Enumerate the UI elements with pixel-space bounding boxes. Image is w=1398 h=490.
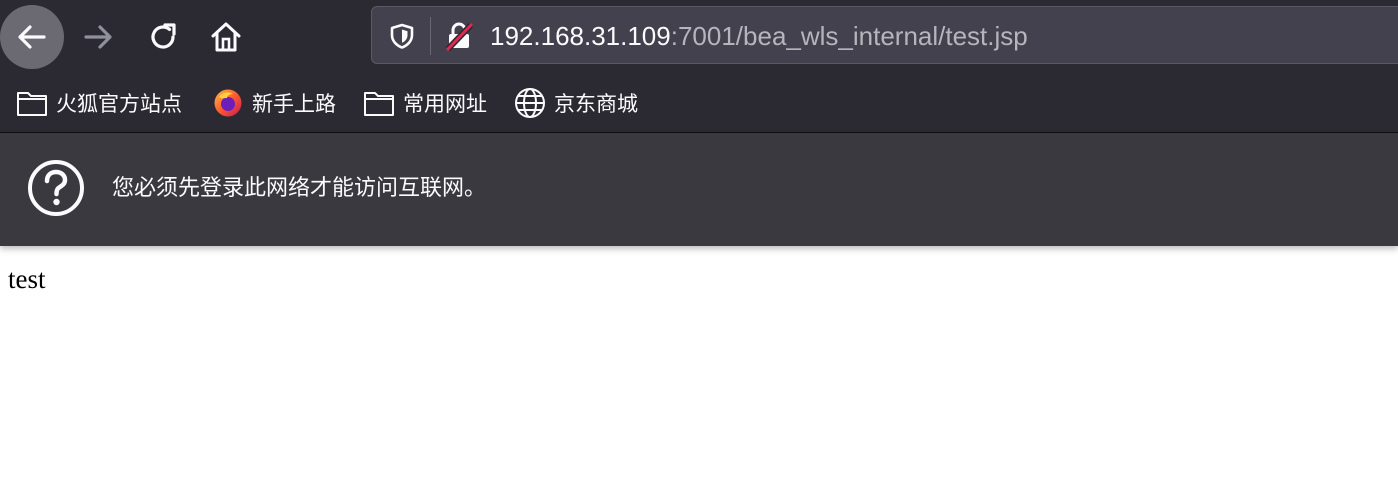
- bookmark-label: 常用网址: [403, 92, 487, 116]
- bookmark-label: 火狐官方站点: [56, 92, 182, 116]
- browser-toolbar: 192.168.31.109:7001/bea_wls_internal/tes…: [0, 0, 1398, 74]
- home-button[interactable]: [194, 5, 258, 69]
- url-bar-separator: [430, 17, 431, 55]
- url-bar[interactable]: 192.168.31.109:7001/bea_wls_internal/tes…: [371, 6, 1398, 64]
- url-text[interactable]: 192.168.31.109:7001/bea_wls_internal/tes…: [490, 21, 1028, 51]
- forward-button[interactable]: [66, 5, 130, 69]
- back-button[interactable]: [0, 5, 64, 69]
- url-path: :7001/bea_wls_internal/test.jsp: [670, 21, 1028, 51]
- bookmark-firefox-official[interactable]: 火狐官方站点: [16, 88, 182, 118]
- home-icon: [211, 22, 241, 52]
- tracking-protection-shield-icon[interactable]: [388, 22, 416, 50]
- bookmark-jd-mall[interactable]: 京东商城: [514, 88, 638, 118]
- folder-icon: [16, 88, 48, 118]
- arrow-right-icon: [84, 25, 112, 49]
- bookmark-label: 新手上路: [252, 92, 336, 116]
- captive-portal-message: 您必须先登录此网络才能访问互联网。: [112, 176, 487, 201]
- page-body-text: test: [8, 264, 46, 294]
- arrow-left-icon: [18, 25, 46, 49]
- bookmark-label: 京东商城: [554, 92, 638, 116]
- question-circle-icon: [28, 160, 84, 216]
- bookmark-getting-started[interactable]: 新手上路: [212, 88, 336, 118]
- url-host: 192.168.31.109: [490, 21, 671, 51]
- bookmarks-toolbar: 火狐官方站点 新手上路 常用网址 京东商城: [0, 74, 1398, 133]
- folder-icon: [363, 88, 395, 118]
- firefox-icon: [212, 88, 244, 118]
- reload-button[interactable]: [131, 5, 195, 69]
- bookmark-common-sites[interactable]: 常用网址: [363, 88, 487, 118]
- globe-icon: [514, 88, 546, 118]
- insecure-lock-icon[interactable]: [444, 21, 474, 51]
- reload-icon: [151, 23, 176, 49]
